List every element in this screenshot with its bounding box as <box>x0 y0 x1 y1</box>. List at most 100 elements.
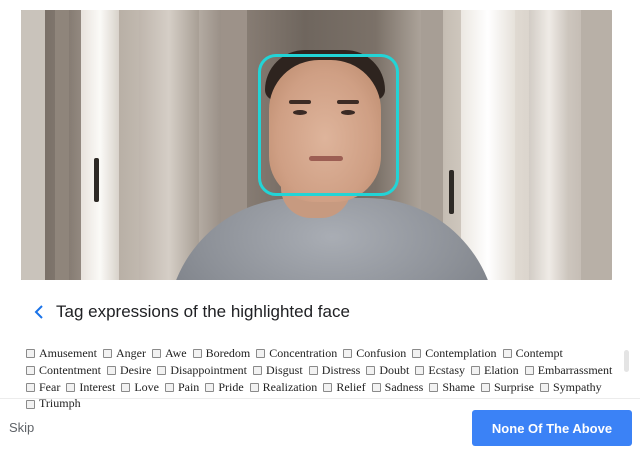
tag-label: Elation <box>484 362 519 377</box>
expression-tag[interactable]: Pain <box>164 379 200 396</box>
expression-tag[interactable]: Contentment <box>26 363 101 379</box>
tag-label: Confusion <box>356 346 407 360</box>
tag-checkbox[interactable] <box>415 366 425 375</box>
tag-checkbox[interactable] <box>66 382 76 392</box>
expression-tag[interactable]: Disgust <box>253 363 303 379</box>
tag-label: Anger <box>116 346 146 360</box>
tag-label: Sadness <box>384 379 424 394</box>
footer-divider <box>0 398 640 399</box>
tag-checkbox[interactable] <box>26 366 35 375</box>
tag-checkbox[interactable] <box>412 349 422 359</box>
tag-label: Amusement <box>39 346 97 360</box>
background-window <box>529 10 569 280</box>
tag-checkbox[interactable] <box>26 349 35 359</box>
background-window <box>81 10 119 280</box>
tag-label: Love <box>134 379 159 394</box>
expression-tag[interactable]: Pride <box>205 379 244 396</box>
tag-label: Pain <box>177 379 200 394</box>
tag-label: Interest <box>79 379 116 394</box>
expression-tag[interactable]: Anger <box>103 346 146 362</box>
tag-checkbox[interactable] <box>480 382 490 392</box>
door-handle <box>449 170 454 214</box>
tag-checkbox[interactable] <box>26 382 35 392</box>
expression-tag[interactable]: Contempt <box>502 346 563 362</box>
tag-checkbox[interactable] <box>164 382 174 392</box>
tag-label: Desire <box>120 362 152 377</box>
expression-tag[interactable]: Sympathy <box>539 379 602 396</box>
chevron-left-icon[interactable] <box>28 301 50 323</box>
expression-tag[interactable]: Fear <box>26 380 60 396</box>
tag-checkbox[interactable] <box>121 382 131 392</box>
tag-label: Concentration <box>269 346 338 360</box>
tag-checkbox[interactable] <box>371 382 381 392</box>
background-curtain <box>21 10 45 280</box>
tag-checkbox[interactable] <box>502 349 512 359</box>
tag-checkbox[interactable] <box>471 366 481 375</box>
door-handle <box>94 158 99 202</box>
expression-tag[interactable]: Relief <box>323 379 366 396</box>
tag-label: Realization <box>262 379 318 394</box>
video-frame <box>21 10 612 280</box>
tag-label: Shame <box>442 379 475 394</box>
tag-label: Disgust <box>266 362 303 377</box>
tag-checkbox[interactable] <box>366 366 376 375</box>
tag-label: Contentment <box>39 362 101 377</box>
expression-tag[interactable]: Contemplation <box>412 346 497 362</box>
tag-checkbox[interactable] <box>524 366 534 375</box>
tag-checkbox[interactable] <box>343 349 353 359</box>
expression-tag[interactable]: Boredom <box>192 346 250 362</box>
expression-tag[interactable]: Awe <box>152 346 187 362</box>
tag-checkbox[interactable] <box>152 349 161 359</box>
expression-tag[interactable]: Elation <box>471 363 519 379</box>
tag-checkbox[interactable] <box>539 382 549 392</box>
expression-tag[interactable]: Distress <box>308 363 360 379</box>
expression-tag[interactable]: Ecstasy <box>415 363 465 379</box>
skip-button[interactable]: Skip <box>9 420 34 435</box>
expression-tag[interactable]: Desire <box>107 363 151 379</box>
background-curtain <box>581 10 612 280</box>
tag-checkbox[interactable] <box>107 366 116 375</box>
tag-label: Doubt <box>379 362 410 377</box>
tag-checkbox[interactable] <box>192 349 202 359</box>
scrollbar[interactable] <box>624 350 629 372</box>
tag-label: Pride <box>218 379 244 394</box>
expression-tag[interactable]: Realization <box>249 379 318 396</box>
tag-checkbox[interactable] <box>157 366 167 375</box>
tag-label: Awe <box>165 346 187 360</box>
tag-label: Relief <box>336 379 366 394</box>
expression-tag[interactable]: Shame <box>429 380 475 396</box>
tag-checkbox[interactable] <box>308 366 318 375</box>
expression-tag[interactable]: Doubt <box>366 363 409 379</box>
expression-tag[interactable]: Interest <box>66 380 115 396</box>
tag-label: Ecstasy <box>428 362 466 377</box>
background-window <box>461 10 515 280</box>
tag-label: Sympathy <box>552 379 602 394</box>
tag-checkbox[interactable] <box>249 382 259 392</box>
background-curtain <box>139 10 199 280</box>
expression-tag-list: Amusement Anger Awe Boredom Concentratio… <box>26 346 616 413</box>
expression-tag[interactable]: Surprise <box>480 379 534 396</box>
background-curtain <box>55 10 69 280</box>
task-heading: Tag expressions of the highlighted face <box>28 300 350 324</box>
tag-checkbox[interactable] <box>256 349 266 359</box>
expression-tag[interactable]: Sadness <box>371 379 424 396</box>
expression-tag[interactable]: Love <box>121 380 159 396</box>
tag-label: Embarrassment <box>537 362 613 377</box>
expression-tag[interactable]: Embarrassment <box>524 362 613 379</box>
tag-checkbox[interactable] <box>205 382 215 392</box>
page-title: Tag expressions of the highlighted face <box>56 302 350 321</box>
tag-checkbox[interactable] <box>103 349 112 359</box>
tag-label: Contemplation <box>425 346 497 360</box>
expression-tag[interactable]: Confusion <box>343 346 406 362</box>
none-of-the-above-button[interactable]: None Of The Above <box>472 410 632 446</box>
tag-checkbox[interactable] <box>323 382 333 392</box>
expression-tag[interactable]: Disappointment <box>157 363 247 379</box>
tag-label: Contempt <box>515 346 563 360</box>
expression-tag[interactable]: Amusement <box>26 346 97 362</box>
tag-label: Surprise <box>493 379 534 394</box>
tag-checkbox[interactable] <box>26 399 35 409</box>
face-highlight-box <box>258 54 399 196</box>
tag-checkbox[interactable] <box>429 382 439 392</box>
expression-tag[interactable]: Concentration <box>256 346 337 362</box>
tag-checkbox[interactable] <box>253 366 262 375</box>
